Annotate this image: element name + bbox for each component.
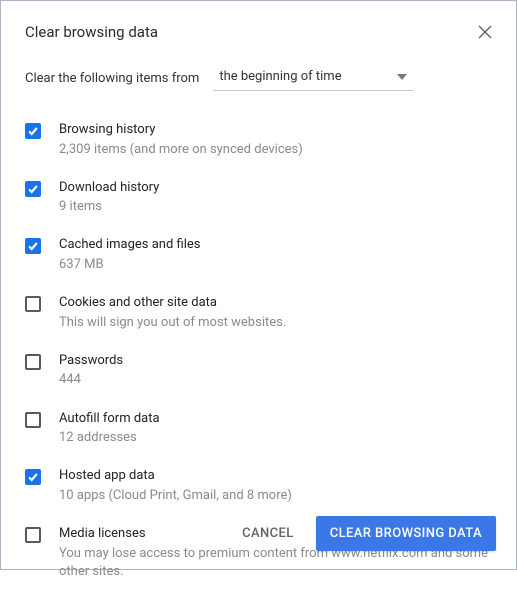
item-text: Cached images and files 637 MB	[59, 236, 492, 274]
item-subtitle: 444	[59, 371, 492, 389]
item-title: Cached images and files	[59, 236, 492, 254]
item-title: Download history	[59, 179, 492, 197]
time-range-value: the beginning of time	[219, 69, 341, 84]
checkbox[interactable]	[25, 123, 41, 139]
clear-browsing-data-dialog: Clear browsing data Clear the following …	[0, 0, 517, 570]
item-title: Hosted app data	[59, 467, 492, 485]
dialog-actions: CANCEL CLEAR BROWSING DATA	[234, 516, 496, 551]
item-text: Browsing history 2,309 items (and more on…	[59, 121, 492, 159]
item-subtitle: This will sign you out of most websites.	[59, 314, 492, 332]
list-item: Download history9 items	[25, 169, 492, 227]
list-item: Passwords444	[25, 342, 492, 400]
chevron-down-icon	[397, 69, 407, 84]
checkbox[interactable]	[25, 238, 41, 254]
checkbox[interactable]	[25, 469, 41, 485]
item-title: Cookies and other site data	[59, 294, 492, 312]
list-item: Hosted app data 10 apps (Cloud Print, Gma…	[25, 457, 492, 515]
item-text: Cookies and other site data This will sig…	[59, 294, 492, 332]
time-range-label: Clear the following items from	[25, 71, 199, 86]
item-text: Autofill form data12 addresses	[59, 410, 492, 448]
clear-browsing-data-button[interactable]: CLEAR BROWSING DATA	[316, 516, 496, 551]
item-text: Hosted app data 10 apps (Cloud Print, Gma…	[59, 467, 492, 505]
item-subtitle: 10 apps (Cloud Print, Gmail, and 8 more)	[59, 487, 492, 505]
list-item: Cached images and files 637 MB	[25, 226, 492, 284]
item-subtitle: 9 items	[59, 198, 492, 216]
time-range-row: Clear the following items from the begin…	[1, 53, 516, 101]
item-subtitle: 12 addresses	[59, 429, 492, 447]
item-subtitle: 637 MB	[59, 256, 492, 274]
list-item: Cookies and other site data This will sig…	[25, 284, 492, 342]
item-title: Passwords	[59, 352, 492, 370]
checkbox[interactable]	[25, 412, 41, 428]
checkbox[interactable]	[25, 354, 41, 370]
cancel-button[interactable]: CANCEL	[234, 518, 302, 549]
list-item: Autofill form data12 addresses	[25, 400, 492, 458]
item-title: Browsing history	[59, 121, 492, 139]
item-text: Passwords444	[59, 352, 492, 390]
time-range-select[interactable]: the beginning of time	[213, 65, 413, 91]
dialog-title: Clear browsing data	[25, 23, 158, 41]
dialog-header: Clear browsing data	[1, 1, 516, 53]
item-title: Autofill form data	[59, 410, 492, 428]
checkbox[interactable]	[25, 296, 41, 312]
item-text: Download history9 items	[59, 179, 492, 217]
item-subtitle: 2,309 items (and more on synced devices)	[59, 141, 492, 159]
close-icon[interactable]	[478, 25, 492, 39]
checkbox[interactable]	[25, 181, 41, 197]
list-item: Browsing history 2,309 items (and more on…	[25, 111, 492, 169]
checkbox[interactable]	[25, 527, 41, 543]
